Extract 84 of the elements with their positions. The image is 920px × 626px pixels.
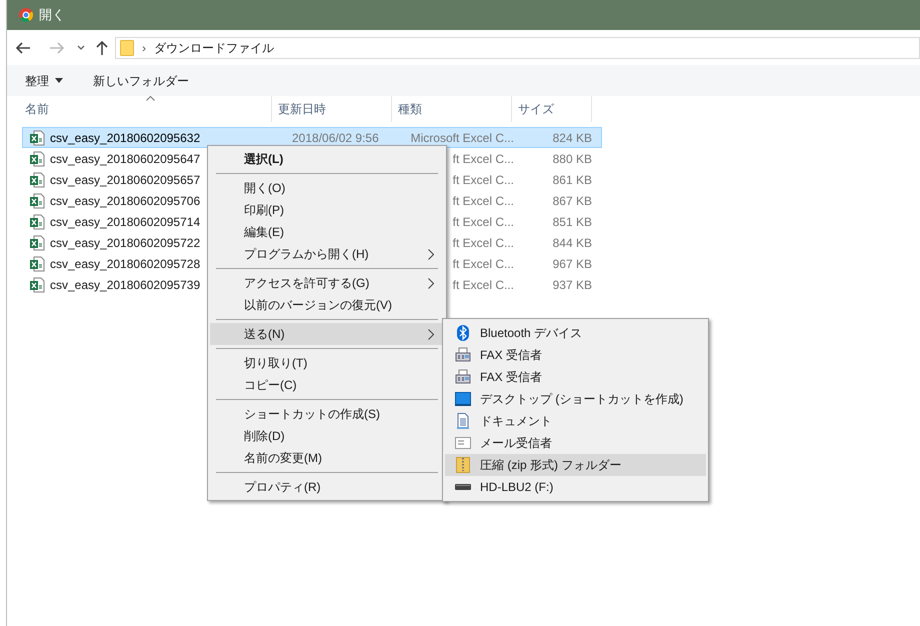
- menu-item[interactable]: プログラムから開く(H): [210, 243, 444, 265]
- excel-file-icon: [29, 192, 45, 208]
- breadcrumb-separator: ›: [142, 40, 146, 54]
- file-name: csv_easy_20180602095657: [50, 172, 200, 186]
- envelope-icon: [455, 437, 471, 449]
- file-name: csv_easy_20180602095739: [50, 278, 200, 292]
- menu-item[interactable]: 開く(O): [210, 177, 444, 199]
- submenu-chevron-icon: [428, 248, 434, 260]
- breadcrumb-folder[interactable]: ダウンロードファイル: [154, 40, 274, 54]
- submenu-item[interactable]: メール受信者: [445, 432, 706, 454]
- fax-machine-icon: [455, 347, 471, 363]
- menu-item[interactable]: プロパティ(R): [210, 476, 444, 498]
- file-type: ft Excel C...: [452, 172, 514, 186]
- menu-item[interactable]: コピー(C): [210, 374, 444, 396]
- submenu-item[interactable]: ドキュメント: [445, 410, 706, 432]
- column-header[interactable]: 種類: [392, 96, 512, 122]
- file-type: ft Excel C...: [452, 152, 514, 166]
- sort-ascending-icon: [146, 96, 155, 101]
- modified-date: 2018/06/02 9:56: [292, 130, 379, 144]
- file-name: csv_easy_20180602095728: [50, 256, 200, 270]
- up-arrow-icon[interactable]: [95, 40, 109, 56]
- submenu-item[interactable]: FAX 受信者: [445, 366, 706, 388]
- submenu-chevron-icon: [428, 328, 434, 340]
- dropdown-caret-icon: [55, 78, 63, 83]
- column-header[interactable]: 更新日時: [272, 96, 392, 122]
- file-name: csv_easy_20180602095706: [50, 194, 200, 208]
- submenu-item[interactable]: Bluetooth デバイス: [445, 322, 706, 344]
- document-icon: [456, 413, 470, 429]
- file-size: 967 KB: [552, 256, 592, 270]
- menu-item[interactable]: 切り取り(T): [210, 352, 444, 374]
- new-folder-button[interactable]: 新しいフォルダー: [93, 74, 189, 88]
- file-type: Microsoft Excel C...: [410, 130, 514, 144]
- menu-item[interactable]: 印刷(P): [210, 199, 444, 221]
- file-type: ft Excel C...: [452, 256, 514, 270]
- file-name: csv_easy_20180602095647: [50, 152, 200, 166]
- organize-button[interactable]: 整理: [25, 74, 63, 88]
- file-size: 824 KB: [552, 130, 592, 144]
- zip-folder-icon: [456, 457, 470, 473]
- recent-dropdown-icon[interactable]: [77, 44, 85, 50]
- submenu-chevron-icon: [428, 278, 434, 288]
- file-size: 844 KB: [552, 236, 592, 250]
- file-size: 851 KB: [552, 214, 592, 228]
- menu-item[interactable]: 削除(D): [210, 425, 444, 447]
- folder-icon: [120, 40, 134, 56]
- file-row[interactable]: csv_easy_20180602095632 2018/06/02 9:56 Microsoft Excel C... 824 KB: [22, 127, 602, 148]
- browser-logo-icon: [19, 8, 33, 22]
- menu-item[interactable]: 編集(E): [210, 221, 444, 243]
- file-type: ft Excel C...: [452, 214, 514, 228]
- back-arrow-icon[interactable]: [15, 40, 31, 54]
- file-type: ft Excel C...: [452, 236, 514, 250]
- file-size: 861 KB: [552, 172, 592, 186]
- window-title: 開く: [39, 8, 65, 22]
- file-type: ft Excel C...: [452, 278, 514, 292]
- file-name: csv_easy_20180602095632: [50, 130, 200, 144]
- submenu-item[interactable]: HD-LBU2 (F:): [445, 476, 706, 498]
- menu-item[interactable]: 名前の変更(M): [210, 447, 444, 469]
- bluetooth-icon: [456, 325, 470, 341]
- desktop-icon: [455, 392, 471, 406]
- excel-file-icon: [29, 130, 45, 146]
- excel-file-icon: [29, 214, 45, 230]
- file-type: ft Excel C...: [452, 194, 514, 208]
- menu-item[interactable]: ショートカットの作成(S): [210, 403, 444, 425]
- file-name: csv_easy_20180602095714: [50, 214, 200, 228]
- menu-item[interactable]: アクセスを許可する(G): [210, 272, 444, 294]
- drive-icon: [455, 483, 471, 491]
- excel-file-icon: [29, 276, 45, 292]
- file-name: csv_easy_20180602095722: [50, 236, 200, 250]
- excel-file-icon: [29, 234, 45, 250]
- excel-file-icon: [29, 172, 45, 188]
- column-header[interactable]: 名前: [7, 96, 272, 122]
- column-header[interactable]: サイズ: [512, 96, 592, 122]
- submenu-item[interactable]: 圧縮 (zip 形式) フォルダー: [445, 454, 706, 476]
- menu-item[interactable]: 以前のバージョンの復元(V): [210, 294, 444, 316]
- submenu-item[interactable]: デスクトップ (ショートカットを作成): [445, 388, 706, 410]
- file-size: 880 KB: [552, 152, 592, 166]
- menu-item[interactable]: 送る(N): [210, 323, 444, 345]
- file-size: 867 KB: [552, 194, 592, 208]
- excel-file-icon: [29, 256, 45, 272]
- file-size: 937 KB: [552, 278, 592, 292]
- submenu-item[interactable]: FAX 受信者: [445, 344, 706, 366]
- excel-file-icon: [29, 150, 45, 166]
- address-bar[interactable]: › ダウンロードファイル: [115, 36, 920, 58]
- fax-machine-icon: [455, 369, 471, 385]
- menu-item[interactable]: 選択(L): [210, 148, 444, 170]
